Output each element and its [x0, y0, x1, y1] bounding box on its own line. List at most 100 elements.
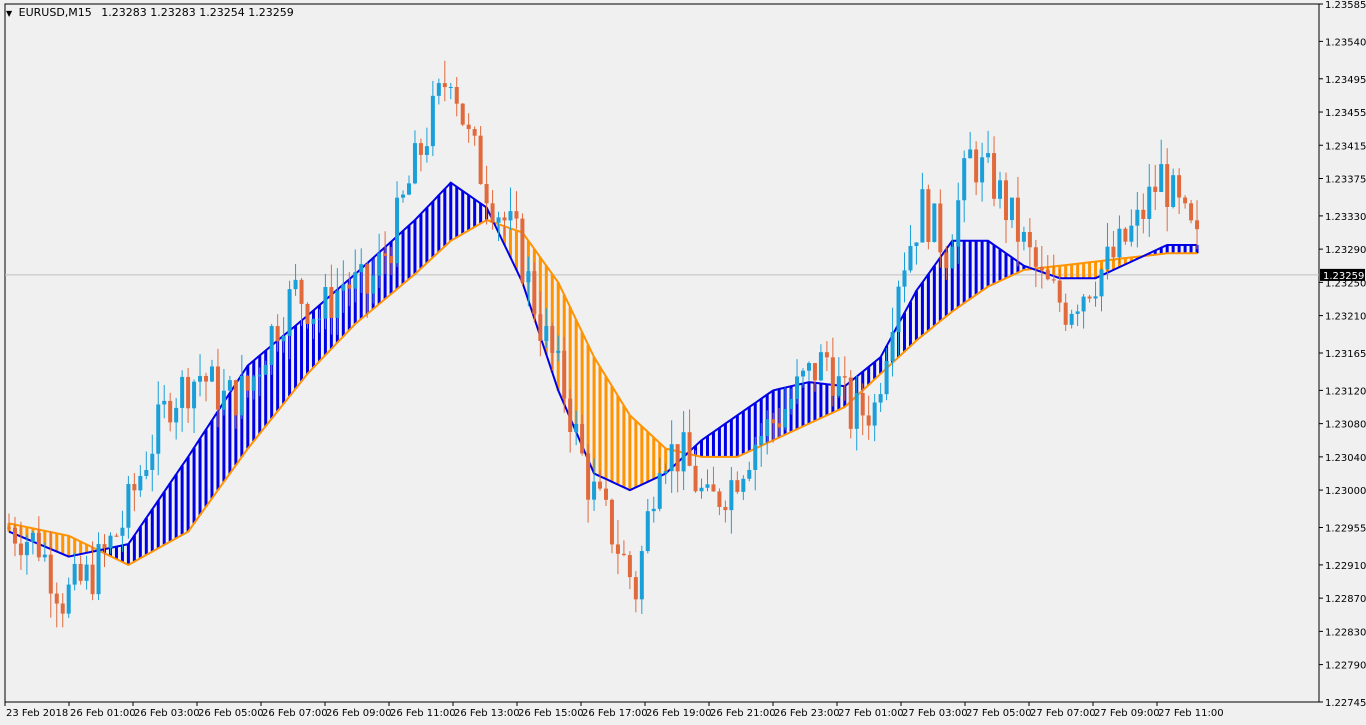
- candle-body: [239, 375, 244, 416]
- candle-body: [54, 593, 59, 604]
- y-tick-label: 1.22790: [1325, 661, 1366, 672]
- candle-body: [753, 444, 758, 470]
- y-tick-label: 1.23290: [1325, 245, 1366, 256]
- candle-body: [675, 444, 680, 472]
- candle-body: [699, 487, 704, 492]
- y-tick-label: 1.23210: [1325, 312, 1366, 323]
- candle-body: [221, 390, 226, 410]
- candle: [532, 262, 537, 323]
- candle-body: [329, 287, 334, 318]
- y-tick-label: 1.22910: [1325, 561, 1366, 572]
- candle-body: [1153, 186, 1158, 192]
- y-tick-label: 1.23165: [1325, 349, 1366, 360]
- candle-body: [818, 352, 823, 381]
- candle-body: [7, 527, 11, 529]
- symbol-label: EURUSD,M15: [18, 6, 92, 19]
- candle-body: [347, 284, 352, 289]
- chart-window[interactable]: 1.23585 1.23540 1.23495 1.23455 1.23415 1.233…: [0, 0, 1366, 725]
- y-tick-label: 1.23000: [1325, 486, 1366, 497]
- candle-body: [974, 149, 979, 183]
- candle-body: [323, 287, 328, 319]
- candle-body: [980, 157, 985, 183]
- y-tick-label: 1.23040: [1325, 453, 1366, 464]
- triangle-down-icon[interactable]: ▼: [6, 9, 12, 18]
- candle-body: [663, 471, 668, 474]
- y-tick-label: 1.23540: [1325, 37, 1366, 48]
- candle-body: [1015, 197, 1020, 242]
- candle-body: [287, 289, 292, 336]
- candle-body: [890, 332, 895, 361]
- candle-body: [723, 506, 728, 511]
- candle: [460, 102, 465, 127]
- candle-body: [198, 375, 203, 382]
- candle-body: [621, 553, 626, 556]
- candle-body: [968, 149, 973, 159]
- x-axis: 23 Feb 2018 26 Feb 01:0026 Feb 03:0026 Fe…: [4, 702, 1224, 719]
- candle-body: [1057, 280, 1062, 303]
- price-chart[interactable]: 1.23585 1.23540 1.23495 1.23455 1.23415 1.233…: [0, 0, 1366, 725]
- candle-body: [717, 491, 722, 507]
- candle-body: [299, 279, 304, 304]
- candle-body: [460, 103, 465, 125]
- candle-body: [848, 377, 853, 429]
- candle-body: [377, 253, 382, 276]
- candle-body: [538, 314, 543, 341]
- candle-body: [263, 364, 268, 375]
- candle-body: [956, 200, 961, 247]
- candle-body: [126, 484, 131, 528]
- y-tick-label: 1.23080: [1325, 420, 1366, 431]
- candle-body: [436, 83, 441, 96]
- candle-body: [908, 245, 913, 271]
- candle-body: [556, 350, 561, 353]
- candle-body: [42, 554, 47, 558]
- y-tick-label: 1.23455: [1325, 108, 1366, 119]
- candle-body: [472, 129, 477, 136]
- candle-body: [257, 374, 262, 377]
- candle-body: [96, 544, 101, 595]
- candle-body: [132, 484, 137, 491]
- candle-body: [992, 153, 997, 199]
- x-tick-label: 27 Feb 11:00: [1158, 708, 1224, 719]
- candle-body: [383, 253, 388, 257]
- candle-body: [789, 398, 794, 409]
- candle-body: [771, 419, 776, 424]
- x-tick-label: 26 Feb 17:00: [582, 708, 648, 719]
- y-tick-label: 1.23495: [1325, 75, 1366, 86]
- candle-body: [448, 87, 453, 89]
- candle-body: [586, 453, 591, 500]
- candle-body: [174, 407, 179, 423]
- candle-body: [215, 366, 220, 410]
- candle-body: [765, 419, 770, 437]
- candle-body: [1165, 164, 1170, 207]
- candle-body: [150, 453, 155, 470]
- candle-body: [884, 360, 889, 395]
- candle-body: [998, 180, 1003, 199]
- candle-body: [365, 264, 370, 294]
- candle-body: [466, 124, 471, 130]
- candle-body: [48, 554, 53, 594]
- candle-body: [245, 375, 250, 391]
- candle-body: [12, 527, 17, 544]
- candle-body: [508, 211, 513, 221]
- candle-body: [406, 183, 411, 195]
- candle-body: [233, 380, 238, 416]
- candle-body: [609, 499, 614, 545]
- x-tick-label: 26 Feb 21:00: [710, 708, 776, 719]
- candle-body: [1189, 203, 1194, 221]
- y-tick-label: 1.23585: [1325, 0, 1366, 11]
- candle-body: [138, 475, 143, 491]
- candle-body: [18, 543, 23, 556]
- y-tick-label: 1.23120: [1325, 386, 1366, 397]
- candle-body: [395, 197, 400, 264]
- candle-body: [687, 432, 692, 466]
- candle-body: [645, 511, 650, 552]
- candle-body: [1021, 231, 1026, 242]
- y-axis: 1.23585 1.23540 1.23495 1.23455 1.23415 1.233…: [1319, 0, 1366, 709]
- candle-body: [1087, 296, 1092, 299]
- candle: [520, 213, 525, 286]
- candle-body: [180, 376, 185, 408]
- candle-body: [490, 203, 495, 223]
- x-tick-label: 23 Feb 2018: [6, 708, 68, 719]
- candle-body: [1003, 180, 1008, 221]
- candle-body: [806, 363, 811, 371]
